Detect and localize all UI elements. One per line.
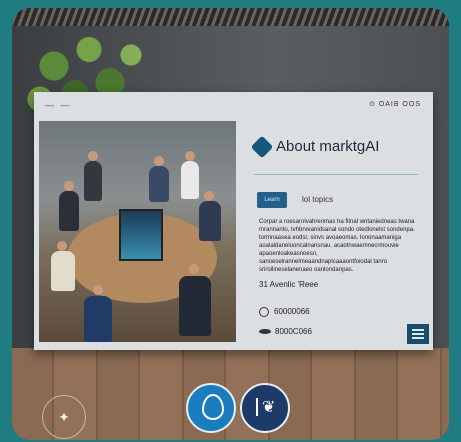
topics-label: lol topics <box>302 195 334 204</box>
person-head <box>189 264 199 274</box>
phone-row[interactable]: 60000066 <box>259 307 310 317</box>
person-head <box>185 151 195 161</box>
phone-number: 60000066 <box>274 307 310 317</box>
person <box>179 276 211 336</box>
monitor-screen <box>119 209 163 261</box>
fax-row[interactable]: 8000C066 <box>259 327 312 336</box>
person <box>51 251 75 291</box>
person <box>59 191 79 231</box>
person-head <box>204 191 214 201</box>
office-meeting-photo <box>39 121 236 342</box>
phone-icon <box>259 307 269 317</box>
menu-line <box>412 333 424 335</box>
person <box>149 166 169 202</box>
sparkle-badge-icon: ✦ <box>42 395 86 439</box>
divider-bar <box>256 398 258 416</box>
person-head <box>93 285 103 295</box>
location-pin-icon <box>202 394 224 420</box>
person <box>84 161 102 201</box>
menu-line <box>412 329 424 331</box>
menu-line <box>412 337 424 339</box>
person-head <box>57 241 67 251</box>
person <box>199 201 221 241</box>
display-board: — ― ⊙ OAIB OOS About marktgAI Learn lol … <box>34 92 433 350</box>
hamburger-menu-button[interactable] <box>407 324 429 344</box>
about-description: Corpar a roesarolvahrenmas ha fitnal wnt… <box>259 219 415 273</box>
diamond-logo-icon <box>250 135 274 159</box>
twitter-bird-icon: ❦ <box>262 399 276 416</box>
title-divider <box>254 174 418 175</box>
fax-number: 8000C066 <box>275 327 312 336</box>
twitter-button[interactable]: ❦ <box>240 383 290 433</box>
address-text: 31 Avenlic 'Reee <box>259 280 319 289</box>
location-pin-button[interactable] <box>186 383 236 433</box>
fax-icon <box>259 329 271 335</box>
person-head <box>88 151 98 161</box>
person <box>181 161 199 199</box>
person-head <box>64 181 74 191</box>
about-title: About marktgAI <box>276 138 380 155</box>
person <box>84 296 112 342</box>
learn-button[interactable]: Learn <box>257 192 287 208</box>
board-status-text: ⊙ OAIB OOS <box>368 101 421 108</box>
person-head <box>154 156 164 166</box>
scene-frame: — ― ⊙ OAIB OOS About marktgAI Learn lol … <box>12 8 449 440</box>
board-menu-lines[interactable]: — ― <box>45 100 72 110</box>
